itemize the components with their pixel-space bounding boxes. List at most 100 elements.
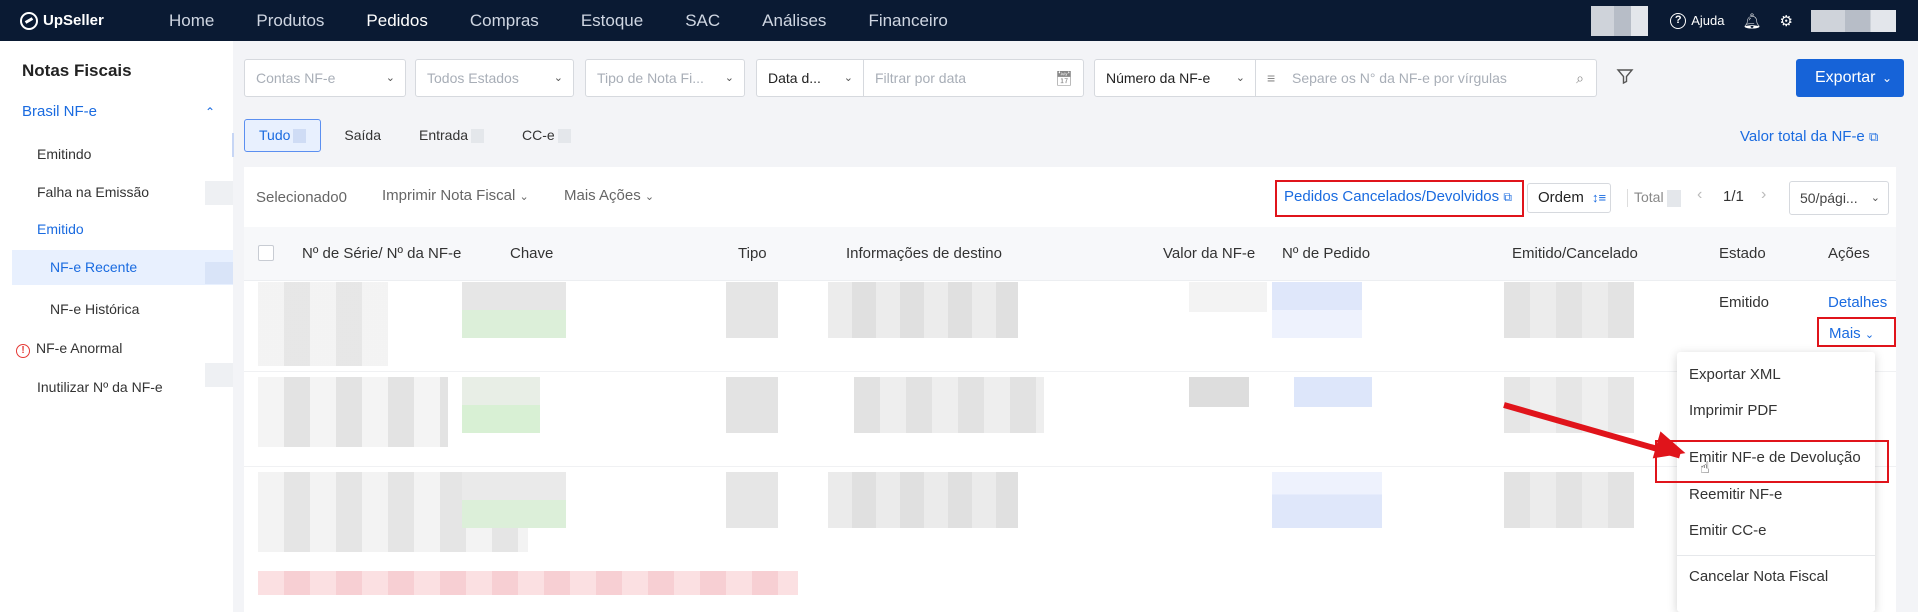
sidebar-item-label: NF-e Anormal <box>36 340 123 356</box>
col-emitido: Emitido/Cancelado <box>1512 245 1638 262</box>
menu-divider <box>1677 555 1875 556</box>
gear-icon[interactable]: ⚙ <box>1780 12 1793 30</box>
col-tipo: Tipo <box>738 245 767 262</box>
menu-item-imprimir-pdf[interactable]: Imprimir PDF <box>1677 402 1875 419</box>
col-destino: Informações de destino <box>846 245 1002 262</box>
col-chave: Chave <box>510 245 554 262</box>
blurred-red-band <box>258 571 798 595</box>
nfe-table-card: Selecionado0 Imprimir Nota Fiscal ⌄ Mais… <box>244 167 1896 612</box>
valor-total-label: Valor total da NF-e <box>1740 128 1865 145</box>
estados-select[interactable]: Todos Estados ⌄ <box>415 59 574 97</box>
nav-pedidos[interactable]: Pedidos <box>345 0 448 41</box>
data-type-select[interactable]: Data d... ⌄ <box>756 59 863 97</box>
filter-funnel-icon[interactable] <box>1615 66 1635 86</box>
sidebar-item-falha-emissao[interactable]: Falha na Emissão <box>0 184 233 200</box>
more-actions-label: Mais Ações <box>564 187 641 204</box>
tab-entrada[interactable]: Entrada <box>404 119 499 152</box>
question-circle-icon: ? <box>1670 12 1687 29</box>
table-row <box>244 377 1896 467</box>
prev-page-button[interactable]: ‹ <box>1697 186 1702 204</box>
details-link[interactable]: Detalhes <box>1828 294 1887 311</box>
more-actions-dropdown[interactable]: Mais Ações ⌄ <box>564 187 654 204</box>
sidebar-title: Notas Fiscais <box>22 61 132 80</box>
tab-cce[interactable]: CC-e <box>507 119 586 152</box>
sidebar-item-nfe-anormal[interactable]: ! NF-e Anormal <box>0 340 233 358</box>
divider <box>1627 189 1628 207</box>
table-row: Emitido Detalhes Mais ⌄ <box>244 282 1896 372</box>
nav-sac[interactable]: SAC <box>664 0 741 41</box>
nav-analises[interactable]: Análises <box>741 0 847 41</box>
blurred-cell <box>462 282 566 338</box>
nav-estoque[interactable]: Estoque <box>560 0 664 41</box>
help-button[interactable]: ? Ajuda <box>1670 12 1725 29</box>
blurred-cell <box>462 377 540 433</box>
nav-produtos[interactable]: Produtos <box>235 0 345 41</box>
tab-tudo[interactable]: Tudo <box>244 119 322 152</box>
col-pedido: Nº de Pedido <box>1282 245 1371 262</box>
date-filter-input[interactable]: Filtrar por data 📅︎ <box>863 59 1084 97</box>
tab-label: Entrada <box>418 127 469 143</box>
blurred-cell <box>828 472 1018 528</box>
menu-item-emitir-cce[interactable]: Emitir CC-e <box>1677 522 1875 539</box>
nav-financeiro[interactable]: Financeiro <box>847 0 968 41</box>
chevron-down-icon: ⌄ <box>644 191 655 203</box>
print-invoice-dropdown[interactable]: Imprimir Nota Fiscal ⌄ <box>382 187 529 204</box>
page-info: 1/1 <box>1723 188 1744 205</box>
blurred-cell <box>1272 282 1362 338</box>
sidebar-item-inutilizar[interactable]: Inutilizar Nº da NF-e <box>0 379 233 395</box>
sidebar-item-emitindo[interactable]: Emitindo <box>0 146 233 162</box>
sidebar: Notas Fiscais Brasil NF-e ⌃ Emitindo Fal… <box>0 41 234 612</box>
top-navigation-bar: UpSeller Home Produtos Pedidos Compras E… <box>0 0 1918 41</box>
per-page-value: 50/pági... <box>1800 190 1858 206</box>
user-blurred-block[interactable] <box>1811 9 1896 32</box>
chevron-down-icon: ⌄ <box>724 72 734 84</box>
next-page-button[interactable]: › <box>1761 186 1766 204</box>
logo-text: UpSeller <box>43 12 104 29</box>
date-placeholder: Filtrar por data <box>875 70 967 86</box>
chevron-down-icon: ⌄ <box>1235 72 1245 84</box>
highlight-box-cancelled <box>1275 180 1524 217</box>
blurred-cell <box>726 282 778 338</box>
per-page-select[interactable]: 50/pági... ⌄ <box>1789 181 1889 215</box>
tab-saida[interactable]: Saída <box>329 119 396 152</box>
chevron-down-icon: ⌄ <box>1881 71 1892 85</box>
numero-nfe-input[interactable]: ≡ Separe os N° da NF-e por vírgulas ⌕ <box>1256 59 1597 97</box>
sidebar-item-nfe-recente[interactable]: NF-e Recente <box>12 250 233 285</box>
sidebar-item-emitido[interactable]: Emitido <box>0 221 233 237</box>
bell-icon[interactable]: 🔔︎ <box>1743 12 1762 30</box>
search-icon[interactable]: ⌕ <box>1576 60 1584 96</box>
export-button[interactable]: Exportar ⌄ <box>1796 59 1904 97</box>
menu-item-exportar-xml[interactable]: Exportar XML <box>1677 366 1875 383</box>
blurred-cell <box>854 377 1044 433</box>
col-acoes: Ações <box>1828 245 1870 262</box>
nav-home[interactable]: Home <box>148 0 235 41</box>
alert-circle-icon: ! <box>16 344 30 358</box>
select-value: Todos Estados <box>427 70 519 86</box>
upseller-logo[interactable]: UpSeller <box>20 11 148 30</box>
blurred-cell <box>1504 472 1634 528</box>
sidebar-item-nfe-historica[interactable]: NF-e Histórica <box>0 301 233 317</box>
select-all-checkbox[interactable] <box>258 245 274 261</box>
type-tabs: Tudo Saída Entrada CC-e <box>244 119 594 152</box>
menu-item-reemitir[interactable]: Reemitir NF-e <box>1677 486 1875 503</box>
menu-item-cancelar[interactable]: Cancelar Nota Fiscal <box>1677 568 1875 585</box>
valor-total-link[interactable]: Valor total da NF-e ⧉ <box>1740 128 1878 145</box>
blurred-cell <box>258 377 448 447</box>
sidebar-blurred-count-2 <box>205 262 233 284</box>
nav-compras[interactable]: Compras <box>449 0 560 41</box>
tab-count-blurred <box>471 128 485 143</box>
tipo-nota-select[interactable]: Tipo de Nota Fi... ⌄ <box>585 59 745 97</box>
upseller-logo-icon <box>20 11 38 30</box>
selected-label: Selecionado <box>256 189 339 206</box>
numero-nfe-select[interactable]: Número da NF-e ⌄ <box>1094 59 1256 97</box>
col-serie: Nº de Série/ Nº da NF-e <box>302 245 462 262</box>
main-nav: Home Produtos Pedidos Compras Estoque SA… <box>148 0 969 41</box>
sidebar-group-brasil-nfe[interactable]: Brasil NF-e ⌃ <box>22 103 227 120</box>
list-icon: ≡ <box>1267 70 1276 86</box>
sort-order-button[interactable]: Ordem ↕≡ <box>1527 183 1611 213</box>
account-blurred-block <box>1591 5 1649 36</box>
contas-nfe-select[interactable]: Contas NF-e ⌄ <box>244 59 406 97</box>
chevron-down-icon: ⌄ <box>553 72 563 84</box>
blurred-cell <box>828 282 1018 338</box>
col-estado: Estado <box>1719 245 1766 262</box>
